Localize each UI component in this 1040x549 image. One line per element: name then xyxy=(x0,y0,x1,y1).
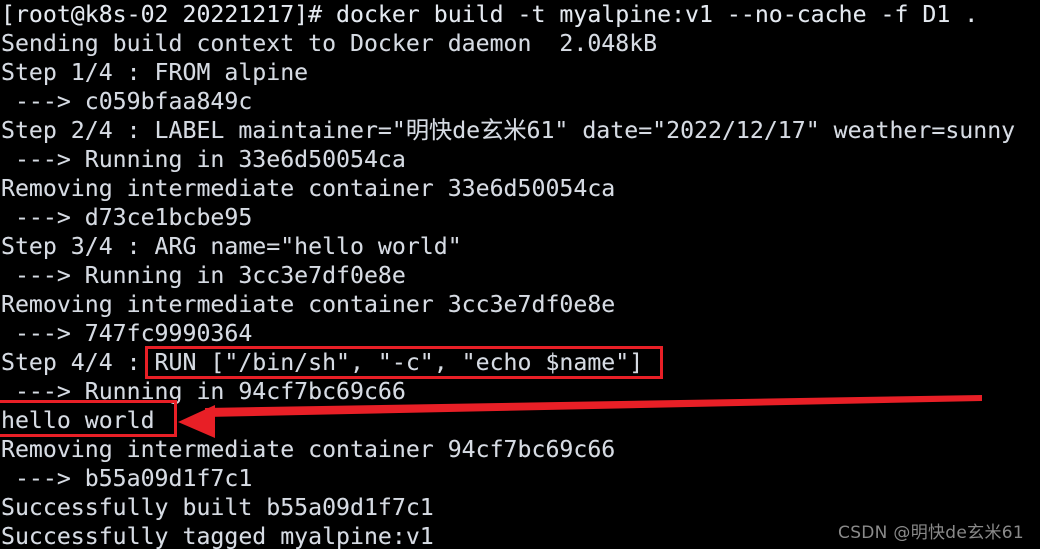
terminal-output-line: ---> Running in 94cf7bc69c66 xyxy=(1,378,406,405)
terminal-output-line: Removing intermediate container 94cf7bc6… xyxy=(1,436,616,463)
terminal-output-line: hello world xyxy=(1,407,155,434)
terminal-output-line: Step 1/4 : FROM alpine xyxy=(1,59,309,86)
terminal-output-line: Removing intermediate container 33e6d500… xyxy=(1,175,616,202)
terminal-command-line: [root@k8s-02 20221217]# docker build -t … xyxy=(1,1,979,28)
terminal-output-line: ---> Running in 3cc3e7df0e8e xyxy=(1,262,406,289)
csdn-watermark: CSDN @明快de玄米61 xyxy=(838,523,1024,543)
terminal-output[interactable]: [root@k8s-02 20221217]# docker build -t … xyxy=(0,0,1040,549)
terminal-output-line: ---> b55a09d1f7c1 xyxy=(1,465,253,492)
terminal-output-line: Sending build context to Docker daemon 2… xyxy=(1,30,658,57)
terminal-output-line: Step 4/4 : RUN ["/bin/sh", "-c", "echo $… xyxy=(1,349,644,376)
terminal-output-line: ---> c059bfaa849c xyxy=(1,88,253,115)
terminal-output-line: ---> Running in 33e6d50054ca xyxy=(1,146,406,173)
terminal-output-line: Step 2/4 : LABEL maintainer="明快de玄米61" d… xyxy=(1,117,1016,144)
terminal-output-line: Removing intermediate container 3cc3e7df… xyxy=(1,291,616,318)
terminal-output-line: ---> d73ce1bcbe95 xyxy=(1,204,253,231)
terminal-output-line: ---> 747fc9990364 xyxy=(1,320,253,347)
terminal-window[interactable]: [root@k8s-02 20221217]# docker build -t … xyxy=(0,0,1040,549)
terminal-output-line: Step 3/4 : ARG name="hello world" xyxy=(1,233,462,260)
